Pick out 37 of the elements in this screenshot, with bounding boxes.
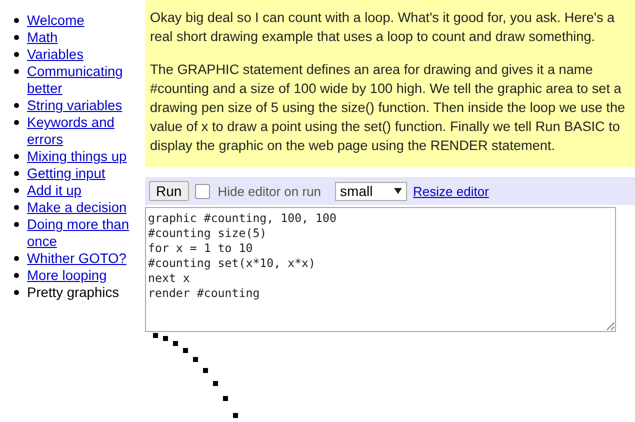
code-editor[interactable]: graphic #counting, 100, 100 #counting size(5) for x = 1 to 10 #counting set(x*10, x*x) next x render #counting (145, 207, 616, 332)
nav-link[interactable]: Math (27, 29, 58, 46)
resize-editor-link[interactable]: Resize editor (413, 184, 489, 198)
nav-link[interactable]: Getting input (27, 165, 106, 182)
current-page-label: Pretty graphics (27, 285, 120, 300)
bullet-icon (14, 273, 19, 278)
nav-link[interactable]: Make a decision (27, 199, 127, 216)
nav-link[interactable]: Communicating better (27, 63, 145, 97)
nav-link[interactable]: Doing more than once (27, 216, 145, 250)
nav-link[interactable]: Mixing things up (27, 148, 127, 165)
bullet-icon (14, 205, 19, 210)
bullet-icon (14, 290, 19, 295)
bullet-icon (14, 154, 19, 159)
bullet-icon (14, 103, 19, 108)
bullet-icon (14, 222, 19, 227)
nav-link[interactable]: Keywords and errors (27, 114, 145, 148)
size-select[interactable]: small (335, 182, 408, 200)
bullet-icon (14, 18, 19, 23)
paragraph: The GRAPHIC statement defines an area for drawing and gives it a name #counting and a size of 100 wide by 100 high. We tell the graphic area to set a drawing pen size of 5 using the size() function. Then inside the loop we use the value of x to draw a point using the set() function. Finally we tell Run BASIC to display the graphic on the web page using the RENDER statement. (150, 61, 626, 155)
nav-link[interactable]: String variables (27, 97, 122, 114)
nav-link[interactable]: Welcome (27, 12, 84, 29)
hide-editor-checkbox[interactable] (194, 184, 210, 198)
nav-link[interactable]: Whither GOTO? (27, 250, 126, 267)
bullet-icon (14, 52, 19, 57)
bullet-icon (14, 256, 19, 261)
bullet-icon (14, 35, 19, 40)
bullet-icon (14, 69, 19, 74)
bullet-icon (14, 188, 19, 193)
bullet-icon (14, 171, 19, 176)
nav-link[interactable]: Variables (27, 46, 84, 63)
run-button[interactable]: Run (149, 181, 189, 201)
paragraph: Okay big deal so I can count with a loop. What's it good for, you ask. Here's a real short drawing example that uses a loop to count and draw something. (150, 9, 616, 46)
nav-link[interactable]: More looping (27, 267, 107, 284)
nav-link[interactable]: Add it up (27, 182, 82, 199)
hide-editor-label: Hide editor on run (218, 184, 322, 198)
dropdown-arrow-icon (394, 188, 402, 194)
bullet-icon (14, 120, 19, 125)
